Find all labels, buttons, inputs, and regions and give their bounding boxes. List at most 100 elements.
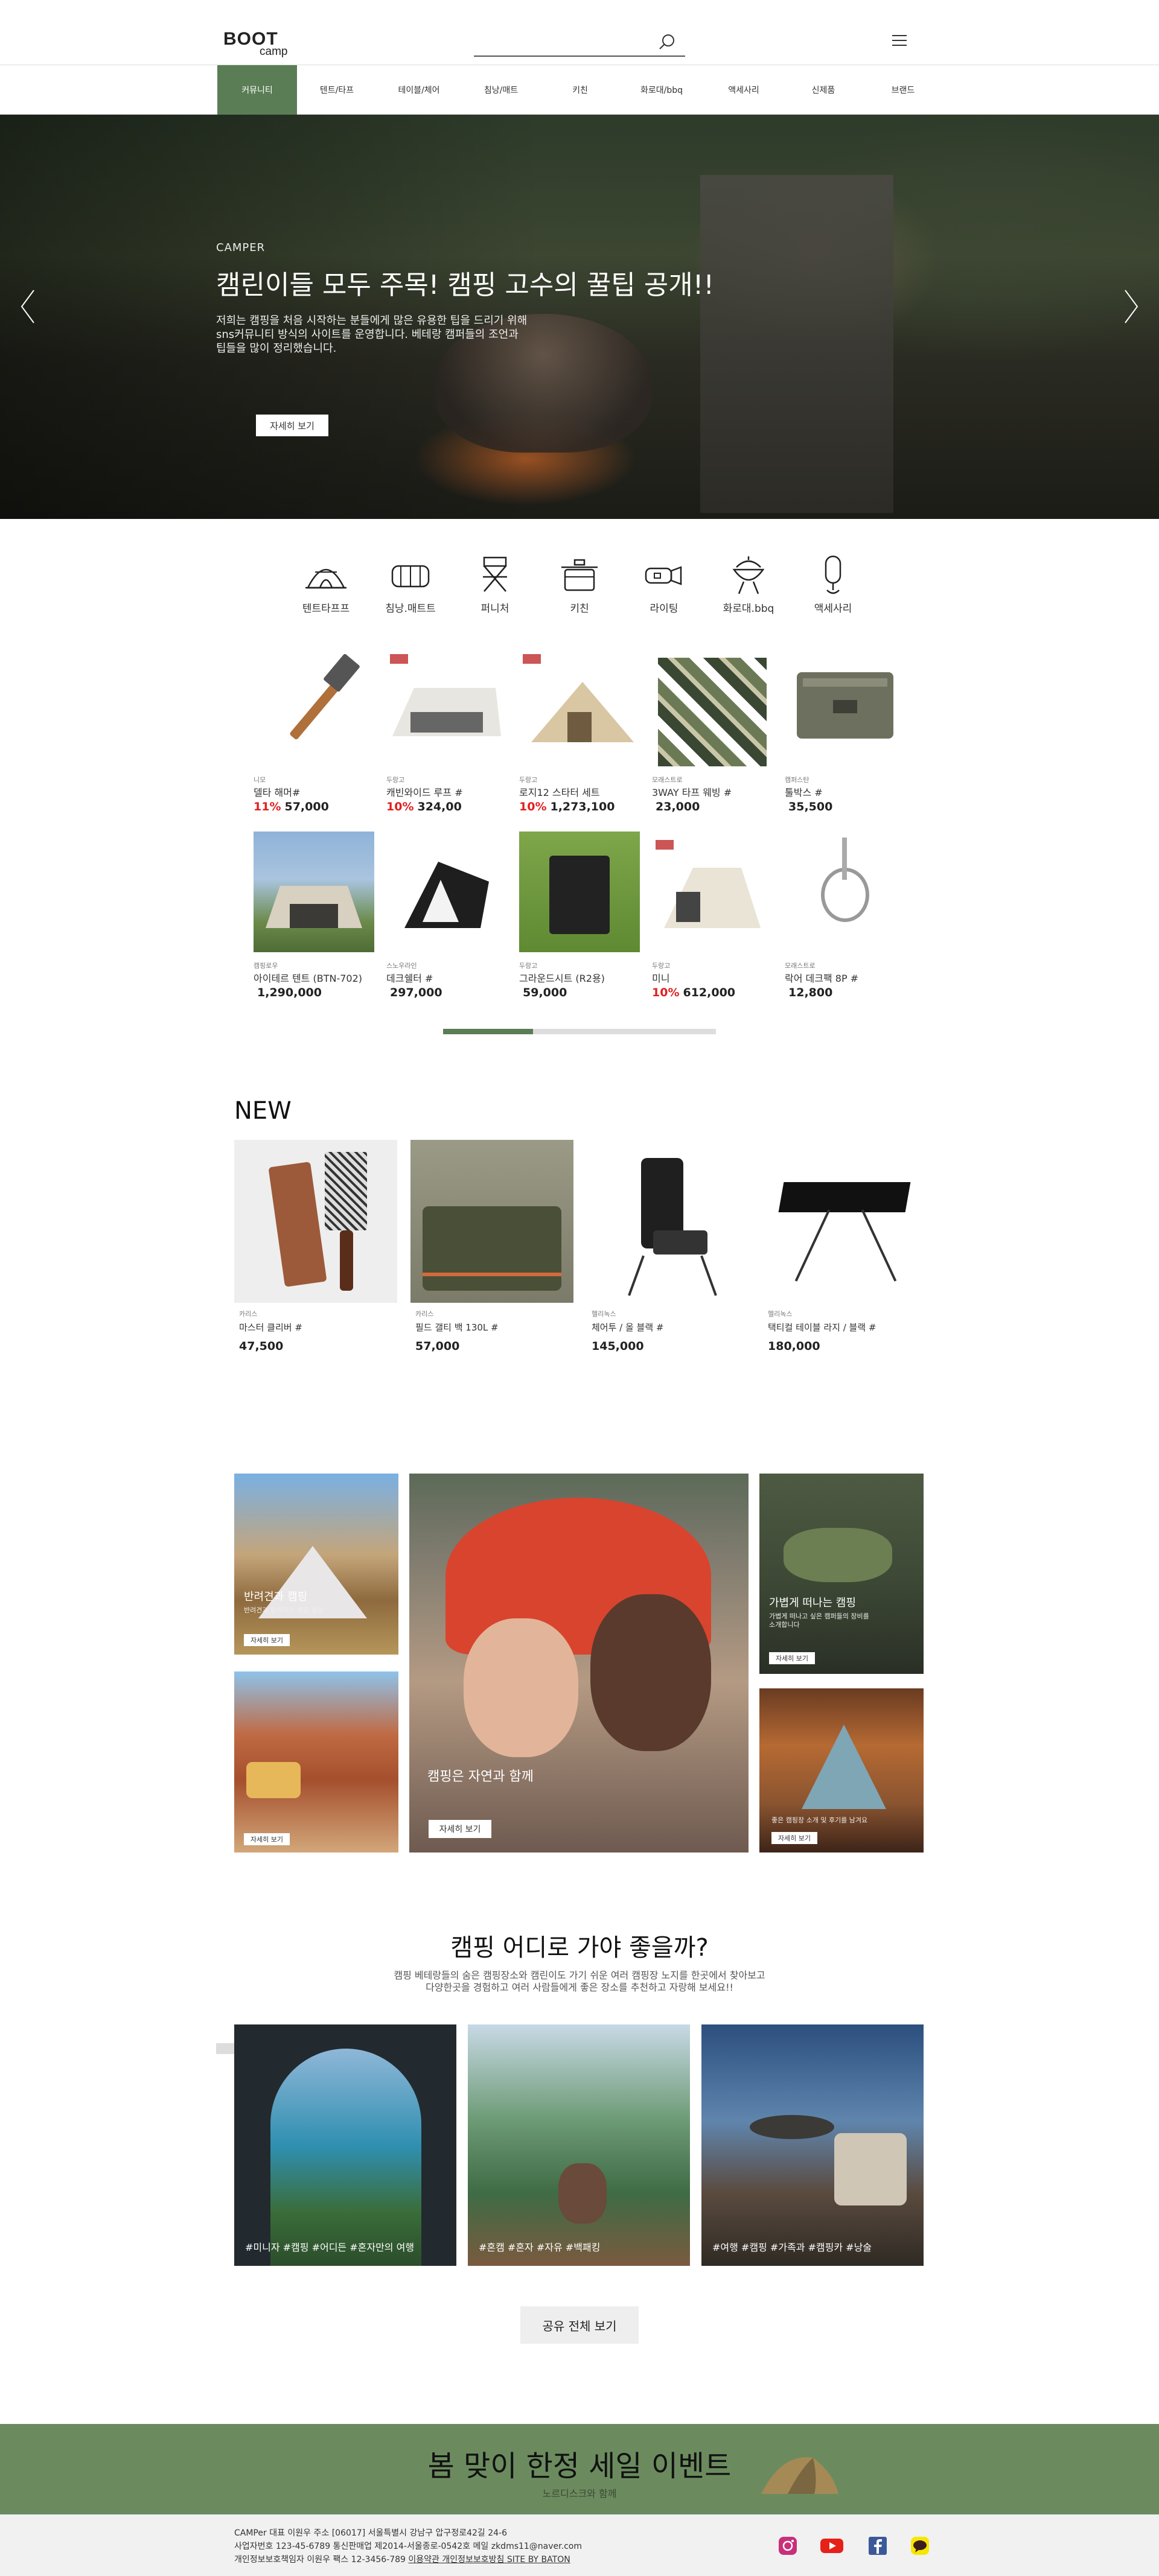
- product-price-line: 12,800: [785, 986, 910, 999]
- category-label: 화로대.bbq: [723, 603, 774, 615]
- where-card-image: [558, 2163, 607, 2224]
- feature-desc: 좋은 캠핑장 소개 및 후기를 남겨요: [771, 1816, 868, 1824]
- product-price: 59,000: [523, 986, 567, 999]
- nav-item-new-product[interactable]: 신제품: [784, 65, 863, 115]
- product-price: 180,000: [768, 1340, 820, 1353]
- product-price-line: 10% 324,00: [386, 800, 512, 813]
- product-name: 델타 해머#: [254, 787, 301, 798]
- new-product-card[interactable]: 카리스 필드 갤티 백 130L # 57,000: [410, 1140, 573, 1353]
- product-image: [386, 646, 507, 766]
- feature-detail-button[interactable]: 자세히 보기: [244, 1634, 290, 1646]
- where-card[interactable]: #혼캠 #혼자 #자유 #백패킹: [468, 2024, 690, 2266]
- feature-tile-campsite-review[interactable]: 좋은 캠핑장 소개 및 후기를 남겨요 자세히 보기: [759, 1688, 924, 1852]
- chevron-left-icon[interactable]: [16, 285, 40, 328]
- product-card[interactable]: 스노우라인 데크쉘터 # 297,000: [386, 832, 512, 999]
- nav-item-table-chair[interactable]: 테이블/체어: [377, 65, 461, 115]
- youtube-icon[interactable]: [820, 2536, 844, 2556]
- chevron-right-icon[interactable]: [1119, 285, 1143, 328]
- product-card[interactable]: 두랑고 로지12 스타터 세트 10% 1,273,100: [519, 646, 645, 813]
- product-scrollbar[interactable]: [443, 1029, 716, 1034]
- product-name: 그라운드시트 (R2용): [519, 973, 605, 984]
- product-brand: 헬리녹스: [592, 1310, 616, 1318]
- new-product-card[interactable]: 헬리녹스 체어투 / 올 블랙 # 145,000: [587, 1140, 750, 1353]
- category-accessory[interactable]: 액세사리: [800, 554, 866, 615]
- product-image: [410, 1140, 573, 1303]
- product-brand: 모래스트로: [785, 962, 816, 970]
- discount-badge: 10%: [386, 800, 414, 813]
- nav-item-sleeping-mat[interactable]: 침낭/매트: [461, 65, 541, 115]
- footer-terms-link[interactable]: 이용약관 개인정보보호방침 SITE BY BATON: [408, 2555, 570, 2565]
- new-product-card[interactable]: 카리스 마스터 클리버 # 47,500: [234, 1140, 397, 1353]
- facebook-icon[interactable]: [867, 2536, 888, 2556]
- logo[interactable]: BOOT camp: [223, 30, 287, 58]
- event-banner[interactable]: 봄 맞이 한정 세일 이벤트 노르디스크와 함께: [0, 2424, 1159, 2514]
- hero-bg-table: [700, 175, 893, 513]
- product-card[interactable]: 캠핑로우 아이테르 텐트 (BTN-702) 1,290,000: [254, 832, 379, 999]
- kakaotalk-icon[interactable]: [910, 2536, 930, 2556]
- carousel-prev-marker[interactable]: [216, 2043, 234, 2054]
- instagram-icon[interactable]: [777, 2536, 798, 2556]
- where-card[interactable]: #여행 #캠핑 #가족과 #캠핑카 #낭술: [701, 2024, 924, 2266]
- product-price-line: 1,290,000: [254, 986, 379, 999]
- search-bar: [474, 30, 685, 57]
- where-card[interactable]: #미니자 #캠핑 #어디든 #혼자만의 여행: [234, 2024, 456, 2266]
- product-card[interactable]: 두랑고 캐빈와이드 루프 # 10% 324,00: [386, 646, 512, 813]
- where-card-image: [834, 2133, 907, 2206]
- nav-item-tent-tarp[interactable]: 텐트/타프: [297, 65, 377, 115]
- product-price-line: 10% 1,273,100: [519, 800, 645, 813]
- product-card[interactable]: 두랑고 미니 10% 612,000: [652, 832, 777, 999]
- category-label: 키친: [570, 603, 589, 615]
- product-scrollbar-thumb[interactable]: [443, 1029, 534, 1034]
- product-price: 324,00: [417, 800, 462, 813]
- category-label: 텐트타프프: [302, 603, 350, 615]
- product-image: [386, 832, 507, 952]
- share-all-button[interactable]: 공유 전체 보기: [520, 2306, 639, 2344]
- hamburger-menu-icon[interactable]: [892, 35, 907, 47]
- hero-desc-line: sns커뮤니티 방식의 사이트를 운영합니다. 베테랑 캠퍼들의 조언과: [216, 328, 519, 341]
- product-card[interactable]: 두랑고 그라운드시트 (R2용) 59,000: [519, 832, 645, 999]
- product-name: 미니: [652, 973, 670, 984]
- search-icon[interactable]: [657, 33, 677, 52]
- product-card[interactable]: 캠퍼스탄 툴박스 # 35,500: [785, 646, 910, 813]
- nav-item-brand[interactable]: 브랜드: [863, 65, 943, 115]
- feature-tile-dog-camping[interactable]: 반려견과 캠핑 반려견과 함께하는 캠핑 꿀팁 자세히 보기: [234, 1474, 398, 1655]
- feature-detail-button[interactable]: 자세히 보기: [244, 1833, 290, 1845]
- search-input[interactable]: [474, 30, 655, 54]
- header: BOOT camp: [0, 0, 1159, 65]
- product-card[interactable]: 모래스트로 락어 데크팩 8P # 12,800: [785, 832, 910, 999]
- discount-badge: 11%: [254, 800, 281, 813]
- feature-image-gear: [784, 1528, 892, 1582]
- hero-desc-line: 저희는 캠핑을 처음 시작하는 분들에게 많은 유용한 팁을 드리기 위해: [216, 314, 528, 327]
- category-fire-bbq[interactable]: 화로대.bbq: [715, 554, 782, 615]
- feature-tile-light-camping[interactable]: 가볍게 떠나는 캠핑 가볍게 떠나고 싶은 캠퍼들의 장비를 소개합니다 자세히…: [759, 1474, 924, 1674]
- nav-item-community[interactable]: 커뮤니티: [217, 65, 297, 115]
- category-kitchen[interactable]: 키친: [546, 554, 613, 615]
- product-image: [254, 832, 374, 952]
- nav-item-kitchen[interactable]: 키친: [541, 65, 619, 115]
- product-price: 12,800: [788, 986, 833, 999]
- new-product-card[interactable]: 헬리녹스 택티컬 테이블 라지 / 블랙 # 180,000: [763, 1140, 926, 1353]
- category-furniture[interactable]: 퍼니처: [462, 554, 528, 615]
- product-image: [519, 832, 640, 952]
- feature-tile-nature-camping[interactable]: 캠핑은 자연과 함께 자세히 보기: [409, 1474, 749, 1852]
- hero-detail-button[interactable]: 자세히 보기: [256, 415, 328, 436]
- feature-detail-button[interactable]: 자세히 보기: [429, 1820, 491, 1838]
- feature-detail-button[interactable]: 자세히 보기: [771, 1832, 817, 1844]
- page: BOOT camp 커뮤니티 텐트/타프 테이블/체어 침낭/매트 키친 화로대…: [0, 0, 1159, 2576]
- where-card-image: [270, 2049, 421, 2266]
- product-image: [652, 646, 773, 766]
- category-label: 침낭.매트트: [385, 603, 436, 615]
- nav-item-fire-bbq[interactable]: 화로대/bbq: [619, 65, 704, 115]
- product-image: [763, 1140, 926, 1303]
- product-card[interactable]: 니모 델타 해머# 11% 57,000: [254, 646, 379, 813]
- nav-item-accessory[interactable]: 액세사리: [704, 65, 784, 115]
- feature-detail-button[interactable]: 자세히 보기: [769, 1652, 815, 1664]
- feature-tile-van-camping[interactable]: 자세히 보기: [234, 1671, 398, 1852]
- category-lighting[interactable]: 라이팅: [631, 554, 697, 615]
- product-image: [234, 1140, 397, 1303]
- sleeping-bag-icon: [391, 565, 430, 588]
- category-tent-tarp[interactable]: 텐트타프프: [293, 554, 359, 615]
- product-card[interactable]: 모래스트로 3WAY 타프 웨빙 # 23,000: [652, 646, 777, 813]
- category-sleeping-mat[interactable]: 침낭.매트트: [377, 554, 444, 615]
- hero-desc-line: 팁들을 많이 정리했습니다.: [216, 342, 337, 355]
